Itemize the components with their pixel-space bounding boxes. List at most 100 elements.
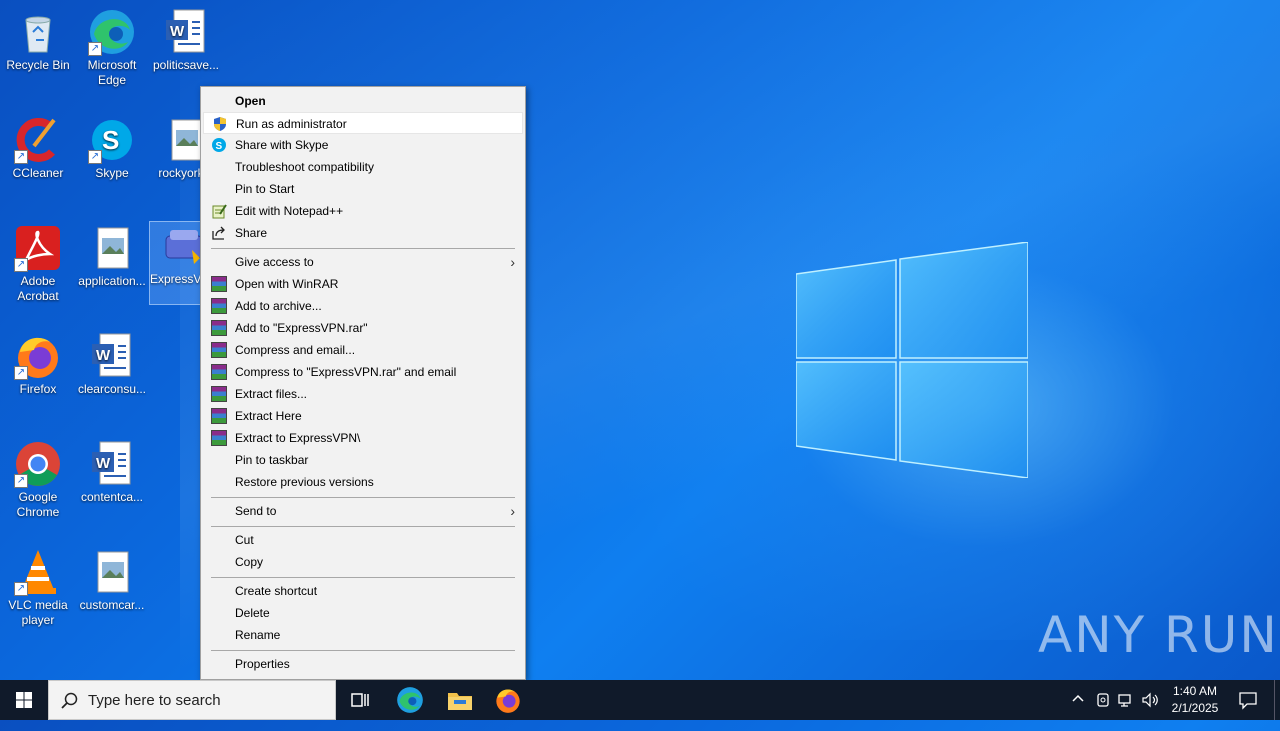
- tray-meet-now[interactable]: [1094, 691, 1112, 731]
- chevron-right-icon: ›: [510, 254, 515, 270]
- menu-item-add-to-rar[interactable]: Add to "ExpressVPN.rar": [203, 317, 523, 339]
- menu-item-label: Send to: [235, 504, 277, 518]
- search-placeholder: Type here to search: [88, 692, 221, 709]
- desktop-icon-label: clearconsu...: [77, 382, 147, 396]
- menu-item-copy[interactable]: Copy: [203, 551, 523, 573]
- desktop-icon-customcar[interactable]: customcar...: [74, 548, 150, 613]
- start-button[interactable]: [0, 680, 48, 720]
- menu-item-label: Run as administrator: [236, 117, 347, 131]
- menu-item-label: Give access to: [235, 255, 314, 269]
- word-document-icon: W: [162, 8, 210, 56]
- menu-item-label: Open: [235, 94, 266, 108]
- menu-item-add-to-archive[interactable]: Add to archive...: [203, 295, 523, 317]
- desktop-icon-label: customcar...: [79, 598, 145, 612]
- menu-item-label: Add to archive...: [235, 299, 322, 313]
- desktop-icon-label: Google Chrome: [16, 490, 60, 519]
- desktop-icon-label: Skype: [95, 166, 129, 180]
- menu-item-share-with-skype[interactable]: S Share with Skype: [203, 134, 523, 156]
- shortcut-arrow-icon: ↗: [14, 474, 28, 488]
- skype-icon: S: [211, 137, 227, 153]
- menu-item-rename[interactable]: Rename: [203, 624, 523, 646]
- menu-item-label: Copy: [235, 555, 264, 569]
- tray-volume[interactable]: [1141, 691, 1159, 731]
- shortcut-arrow-icon: ↗: [14, 582, 28, 596]
- desktop-icon-politicsave[interactable]: W politicsave...: [148, 8, 224, 73]
- desktop-icon-contentca[interactable]: W contentca...: [74, 440, 150, 505]
- desktop-icon-recycle-bin[interactable]: Recycle Bin: [0, 8, 76, 73]
- network-icon: [1118, 694, 1131, 707]
- svg-text:S: S: [216, 141, 223, 152]
- clock-time: 1:40 AM: [1172, 684, 1218, 698]
- menu-item-pin-to-taskbar[interactable]: Pin to taskbar: [203, 449, 523, 471]
- menu-item-give-access-to[interactable]: Give access to ›: [203, 251, 523, 273]
- menu-item-label: Share: [235, 226, 268, 240]
- taskbar-clock[interactable]: 1:40 AM 2/1/2025: [1158, 683, 1232, 717]
- installer-icon: [160, 222, 200, 270]
- desktop-icon-acrobat[interactable]: ↗ Adobe Acrobat: [0, 224, 76, 304]
- menu-item-label: Troubleshoot compatibility: [235, 160, 374, 174]
- menu-item-label: Create shortcut: [235, 584, 318, 598]
- desktop-icon-chrome[interactable]: ↗ Google Chrome: [0, 440, 76, 520]
- tray-network[interactable]: [1117, 691, 1135, 731]
- recycle-bin-icon: [14, 8, 62, 56]
- show-hidden-icons-button[interactable]: [1070, 691, 1086, 731]
- menu-item-label: Add to "ExpressVPN.rar": [235, 321, 368, 335]
- desktop-icon-vlc[interactable]: ↗ VLC media player: [0, 548, 76, 628]
- search-icon: [61, 692, 78, 709]
- desktop-icon-application[interactable]: application...: [74, 224, 150, 289]
- uac-shield-icon: [212, 116, 228, 132]
- menu-separator: [211, 248, 515, 249]
- menu-item-troubleshoot-compatibility[interactable]: Troubleshoot compatibility: [203, 156, 523, 178]
- desktop-icon-clearconsu[interactable]: W clearconsu...: [74, 332, 150, 397]
- desktop-icon-label: Firefox: [19, 382, 57, 396]
- taskbar-search-box[interactable]: Type here to search: [48, 680, 336, 720]
- menu-item-run-as-administrator[interactable]: Run as administrator: [203, 112, 523, 134]
- menu-separator: [211, 526, 515, 527]
- winrar-icon: [211, 276, 227, 292]
- desktop-icon-firefox[interactable]: ↗ Firefox: [0, 332, 76, 397]
- menu-item-extract-here[interactable]: Extract Here: [203, 405, 523, 427]
- desktop-icon-label: application...: [78, 274, 146, 288]
- menu-item-create-shortcut[interactable]: Create shortcut: [203, 580, 523, 602]
- taskbar-edge[interactable]: [396, 686, 424, 714]
- winrar-icon: [211, 342, 227, 358]
- menu-item-properties[interactable]: Properties: [203, 653, 523, 675]
- menu-item-pin-to-start[interactable]: Pin to Start: [203, 178, 523, 200]
- menu-item-delete[interactable]: Delete: [203, 602, 523, 624]
- menu-item-compress-to-rar-and-email[interactable]: Compress to "ExpressVPN.rar" and email: [203, 361, 523, 383]
- share-icon: [211, 225, 227, 241]
- desktop-icon-skype[interactable]: S ↗ Skype: [74, 116, 150, 181]
- menu-item-label: Pin to Start: [235, 182, 295, 196]
- shortcut-arrow-icon: ↗: [14, 258, 28, 272]
- menu-item-label: Share with Skype: [235, 138, 329, 152]
- action-center-button[interactable]: [1238, 690, 1258, 730]
- menu-item-open[interactable]: Open: [203, 90, 523, 112]
- show-desktop-button[interactable]: [1274, 680, 1275, 720]
- desktop-icon-edge[interactable]: ↗ Microsoft Edge: [74, 8, 150, 88]
- notepadpp-icon: [211, 203, 227, 219]
- desktop-icon-ccleaner[interactable]: ↗ CCleaner: [0, 116, 76, 181]
- task-view-icon: [351, 693, 369, 707]
- menu-item-share[interactable]: Share: [203, 222, 523, 244]
- menu-item-cut[interactable]: Cut: [203, 529, 523, 551]
- menu-item-open-with-winrar[interactable]: Open with WinRAR: [203, 273, 523, 295]
- menu-item-label: Edit with Notepad++: [235, 204, 344, 218]
- edge-icon: [397, 687, 423, 713]
- chevron-up-icon: [1072, 694, 1084, 702]
- wallpaper-windows-logo: [796, 242, 1028, 478]
- winrar-icon: [211, 364, 227, 380]
- menu-item-send-to[interactable]: Send to ›: [203, 500, 523, 522]
- desktop-icon-expressvpn[interactable]: ExpressV...xe: [149, 221, 201, 305]
- shortcut-arrow-icon: ↗: [88, 150, 102, 164]
- menu-item-compress-and-email[interactable]: Compress and email...: [203, 339, 523, 361]
- menu-item-restore-previous-versions[interactable]: Restore previous versions: [203, 471, 523, 493]
- desktop-icon-label: CCleaner: [12, 166, 64, 180]
- menu-item-extract-to-folder[interactable]: Extract to ExpressVPN\: [203, 427, 523, 449]
- menu-item-edit-with-notepadpp[interactable]: Edit with Notepad++: [203, 200, 523, 222]
- taskbar-file-explorer[interactable]: [446, 686, 474, 714]
- vlc-icon: ↗: [14, 548, 62, 596]
- winrar-icon: [211, 386, 227, 402]
- task-view-button[interactable]: [346, 686, 374, 714]
- menu-item-extract-files[interactable]: Extract files...: [203, 383, 523, 405]
- taskbar-firefox[interactable]: [494, 686, 522, 714]
